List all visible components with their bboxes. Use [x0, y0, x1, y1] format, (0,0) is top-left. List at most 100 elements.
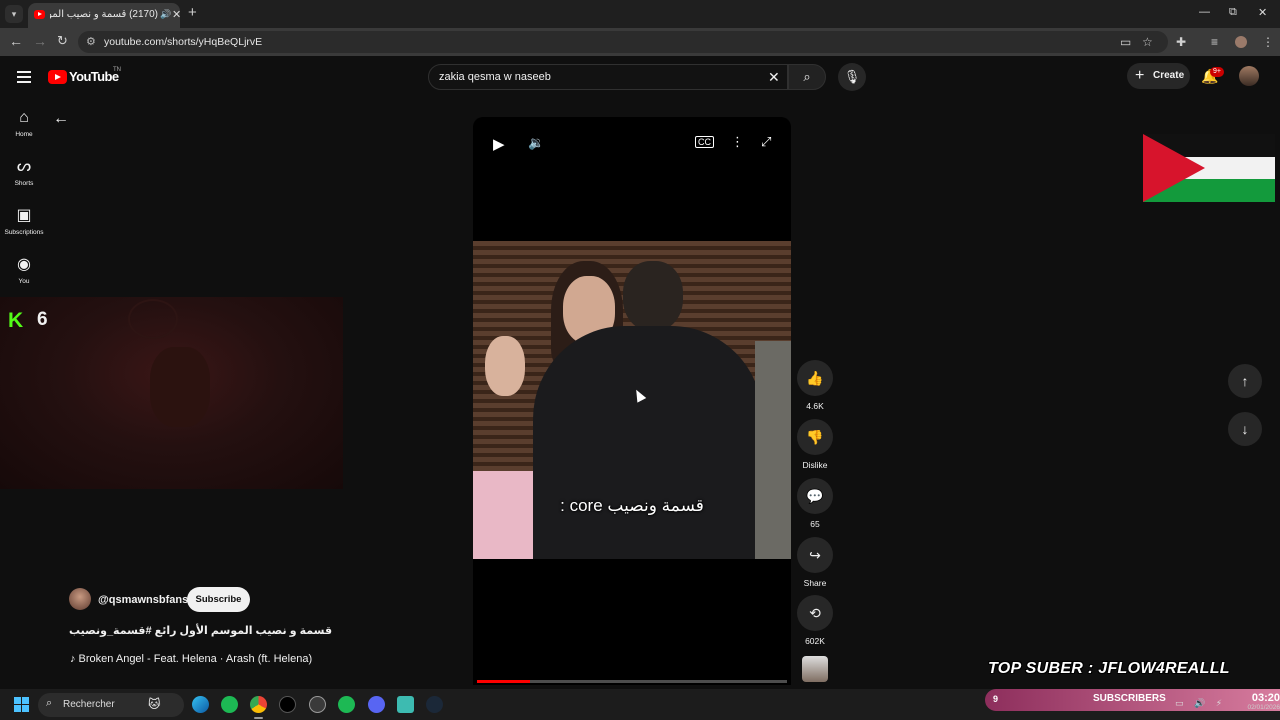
reload-icon[interactable]: ↻: [57, 33, 68, 49]
arrow-up-icon: ↑: [1241, 373, 1249, 389]
tab-close-icon[interactable]: ✕: [172, 8, 181, 21]
notification-badge: 9+: [1210, 67, 1224, 77]
edge-app-icon[interactable]: [192, 696, 209, 713]
system-tray-icons[interactable]: ▭ 🔊 ⚡: [1175, 698, 1226, 709]
comment-icon: 💬: [797, 478, 833, 514]
arrow-down-icon: ↓: [1241, 421, 1249, 437]
create-button[interactable]: + Create: [1127, 63, 1190, 89]
subscriber-label: SUBSCRIBERS: [1093, 693, 1166, 704]
like-button[interactable]: 👍 4.6K: [797, 360, 833, 411]
restore-button[interactable]: ⧉: [1229, 6, 1237, 19]
channel-avatar[interactable]: [69, 588, 91, 610]
dislike-button[interactable]: 👎 Dislike: [797, 419, 833, 470]
youtube-favicon-icon: [34, 10, 45, 19]
guide-label: You: [18, 278, 30, 285]
browser-menu-icon[interactable]: ⋮: [1262, 35, 1274, 49]
chrome-app-icon[interactable]: [250, 696, 267, 719]
volume-icon[interactable]: 🔉: [528, 135, 544, 151]
windows-start-icon[interactable]: [14, 697, 29, 712]
kick-viewer-count: 6: [37, 309, 48, 330]
video-person-shape: [623, 261, 683, 331]
voice-search-icon[interactable]: 🎙: [838, 63, 866, 91]
share-button[interactable]: ↪ Share: [797, 537, 833, 588]
search-query: zakia qesma w naseeb: [439, 71, 551, 83]
account-avatar[interactable]: [1239, 66, 1259, 86]
kick-logo-icon: K: [8, 309, 24, 332]
browser-toolbar: ← → ↻ ⚙ youtube.com/shorts/yHqBeQLjrvE ▭…: [0, 28, 1280, 56]
taskbar-clock[interactable]: 03:20 02/01/2026: [1224, 692, 1280, 711]
close-window-button[interactable]: ✕: [1258, 6, 1267, 19]
obs-app-icon[interactable]: [309, 696, 326, 713]
like-count: 4.6K: [806, 401, 824, 411]
back-arrow-icon[interactable]: ←: [53, 110, 69, 128]
url-text: youtube.com/shorts/yHqBeQLjrvE: [104, 36, 263, 48]
video-background-shape: [755, 341, 791, 559]
clear-search-icon[interactable]: ✕: [768, 69, 780, 86]
remix-button[interactable]: ⟲ 602K: [797, 595, 833, 646]
shorts-icon: ᔕ: [16, 158, 32, 175]
search-icon: ⌕: [803, 69, 811, 84]
address-bar[interactable]: ⚙ youtube.com/shorts/yHqBeQLjrvE: [78, 31, 1168, 53]
subscribe-button[interactable]: Subscribe: [187, 587, 250, 612]
you-account-icon: ◉: [17, 256, 31, 273]
thumbs-up-icon: 👍: [797, 360, 833, 396]
fullscreen-icon[interactable]: ⤢: [761, 134, 771, 150]
extensions-icon[interactable]: ✚: [1176, 35, 1186, 49]
progress-bar[interactable]: [477, 680, 787, 683]
tab-title: (2170) قسمة و نصيب الموس: [50, 9, 158, 20]
play-icon[interactable]: ▶: [493, 135, 505, 153]
back-arrow-icon[interactable]: ←: [9, 33, 23, 49]
shorts-player[interactable]: ▶ 🔉 CC ⋮ ⤢ قسمة ونصيب core :: [473, 117, 791, 685]
previous-short-button[interactable]: ↑: [1228, 364, 1262, 398]
channel-name[interactable]: @qsmawnsbfans: [98, 594, 188, 606]
tab-search-icon[interactable]: ▾: [5, 5, 23, 23]
guide-label: Home: [15, 131, 33, 138]
dislike-label: Dislike: [802, 460, 828, 470]
video-person-shape: [485, 336, 525, 396]
profile-avatar[interactable]: [1235, 36, 1247, 48]
guide-label: Subscriptions: [4, 229, 44, 236]
share-label: Share: [803, 578, 827, 588]
bookmark-star-icon[interactable]: ☆: [1142, 35, 1153, 49]
palestine-flag-image: [1143, 134, 1275, 202]
audio-playing-icon[interactable]: 🔊: [160, 9, 171, 20]
cast-icon[interactable]: ▭: [1120, 35, 1131, 49]
search-button[interactable]: ⌕: [788, 64, 826, 90]
spotify-app-icon-2[interactable]: [338, 696, 355, 713]
new-tab-button[interactable]: +: [188, 4, 197, 21]
song-link[interactable]: ♪ Broken Angel - Feat. Helena · Arash (f…: [70, 653, 312, 665]
forward-arrow-icon[interactable]: →: [33, 33, 47, 49]
steam-app-icon[interactable]: [426, 696, 443, 713]
comments-button[interactable]: 💬 65: [797, 478, 833, 529]
store-app-icon[interactable]: [397, 696, 414, 713]
guide-label: Shorts: [14, 180, 34, 187]
media-controls-icon[interactable]: ≡: [1211, 35, 1218, 49]
short-title: قسمة و نصيب الموسم الأول رائع #قسمة_ونصي…: [69, 625, 333, 637]
site-info-icon[interactable]: ⚙: [86, 35, 96, 48]
subscriber-count: 9: [993, 694, 999, 704]
browser-tab[interactable]: (2170) قسمة و نصيب الموس 🔊 ✕: [28, 3, 181, 28]
subscriptions-icon: ▣: [16, 207, 32, 224]
taskbar-search-box[interactable]: ⌕ Rechercher 🐱: [38, 693, 184, 717]
guide-item-home[interactable]: ⌂ Home: [0, 109, 48, 138]
guide-item-shorts[interactable]: ᔕ Shorts: [0, 158, 48, 187]
guide-menu-icon[interactable]: [17, 71, 31, 86]
country-code: TN: [113, 67, 121, 73]
youtube-logo[interactable]: YouTube: [48, 69, 120, 85]
remix-icon: ⟲: [797, 595, 833, 631]
search-input[interactable]: zakia qesma w naseeb ✕: [428, 64, 788, 90]
guide-item-subscriptions[interactable]: ▣ Subscriptions: [0, 207, 48, 236]
discord-app-icon[interactable]: [368, 696, 385, 713]
guide-item-you[interactable]: ◉ You: [0, 256, 48, 285]
search-icon: ⌕: [46, 697, 53, 709]
webcam-overlay: [0, 297, 343, 489]
spotify-app-icon[interactable]: [221, 696, 238, 713]
more-options-icon[interactable]: ⋮: [731, 134, 744, 150]
flag-triangle-red: [1143, 134, 1205, 202]
next-short-button[interactable]: ↓: [1228, 412, 1262, 446]
tiktok-app-icon[interactable]: [279, 696, 296, 713]
minimize-button[interactable]: —: [1199, 6, 1210, 18]
plus-icon: +: [1135, 67, 1145, 84]
captions-icon[interactable]: CC: [695, 136, 714, 148]
sound-thumbnail[interactable]: [802, 656, 828, 682]
